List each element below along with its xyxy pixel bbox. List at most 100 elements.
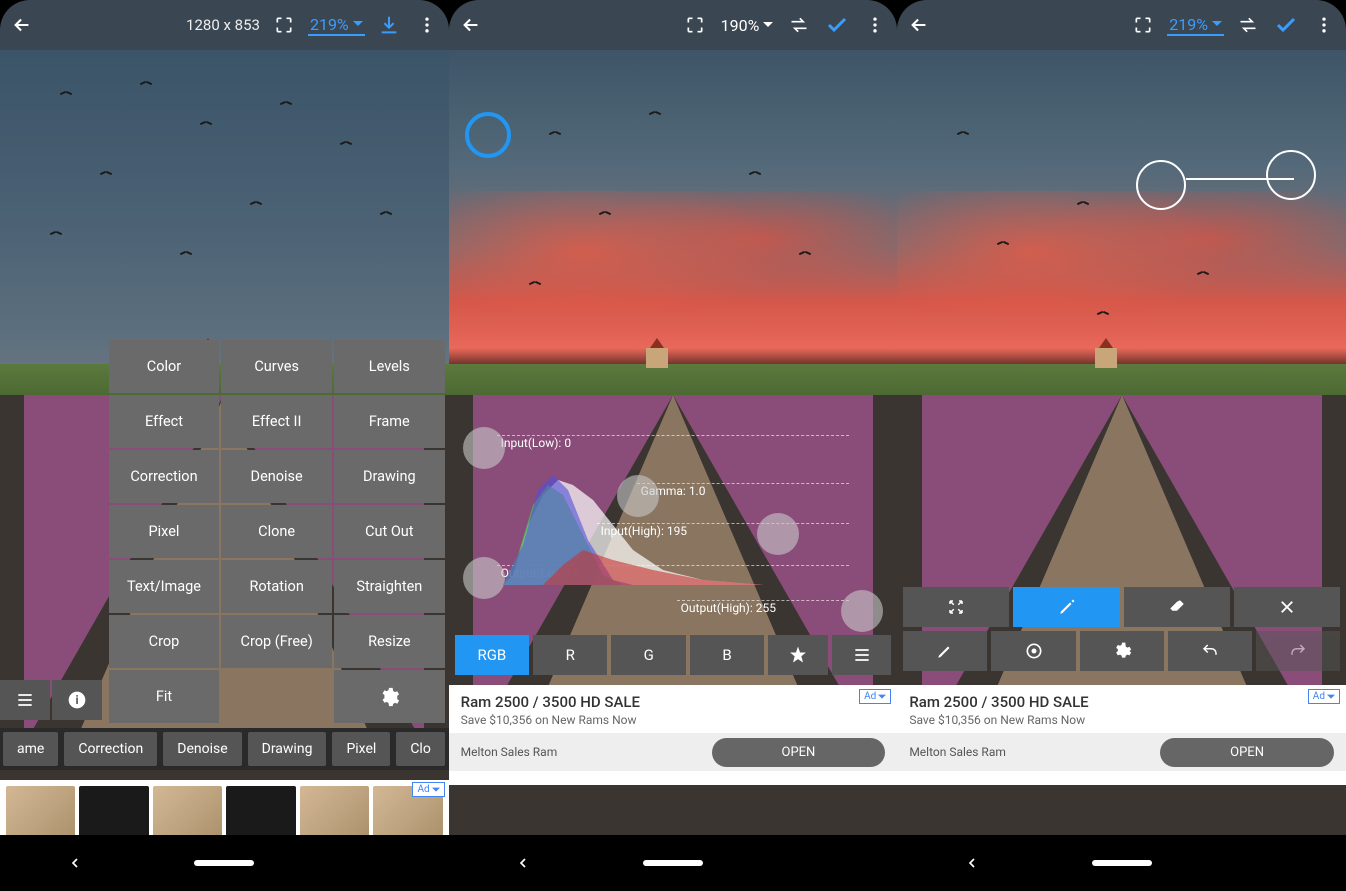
line-handle-start[interactable] [1136,160,1186,210]
editor-canvas[interactable]: Input(Low): 0 Gamma: 1.0 Input(High): 19… [449,50,898,835]
channel-r[interactable]: R [533,635,607,675]
menu-levels[interactable]: Levels [334,340,445,393]
pencil-icon[interactable] [1013,587,1119,627]
gear-icon[interactable] [1080,631,1164,671]
nav-home-icon[interactable] [1082,860,1162,866]
menu-icon[interactable] [832,635,892,675]
menu-pixel[interactable]: Pixel [109,505,220,558]
back-icon[interactable] [8,11,36,39]
eraser-icon[interactable] [1124,587,1230,627]
more-icon[interactable] [861,11,889,39]
menu-color[interactable]: Color [109,340,220,393]
menu-cropfree[interactable]: Crop (Free) [221,615,332,668]
zoom-value: 219% [1169,15,1208,34]
input-low-handle[interactable] [463,427,505,469]
tab-drawing[interactable]: Drawing [248,732,327,766]
menu-curves[interactable]: Curves [221,340,332,393]
tab-clo[interactable]: Clo [396,732,445,766]
menu-drawing[interactable]: Drawing [334,450,445,503]
download-icon[interactable] [375,11,403,39]
tab-denoise[interactable]: Denoise [163,732,241,766]
side-icons: i [0,680,102,720]
tab-correction[interactable]: Correction [64,732,157,766]
expand-icon[interactable] [903,587,1009,627]
topbar: 190% [449,0,898,50]
undo-icon[interactable] [1168,631,1252,671]
menu-clone[interactable]: Clone [221,505,332,558]
input-high-handle[interactable] [757,513,799,555]
menu-cutout[interactable]: Cut Out [334,505,445,558]
zoom-dropdown[interactable]: 190% [719,16,776,35]
more-icon[interactable] [413,11,441,39]
fullscreen-icon[interactable] [681,11,709,39]
menu-correction[interactable]: Correction [109,450,220,503]
ad-thumbnails[interactable]: Ad [0,780,449,835]
back-icon[interactable] [905,11,933,39]
nav-back-icon[interactable] [932,855,1012,871]
channel-rgb[interactable]: RGB [455,635,529,675]
tools-menu-grid: Color Curves Levels Effect Effect II Fra… [109,340,445,723]
selector-circle-icon[interactable] [465,112,511,158]
ad-open-button[interactable]: OPEN [712,738,886,767]
phone-screen-3: 219% [897,0,1346,891]
levels-histogram: Input(Low): 0 Gamma: 1.0 Input(High): 19… [457,435,890,615]
ad-brand: Melton Sales Ram [461,745,558,759]
android-navbar [449,843,898,883]
more-icon[interactable] [1310,11,1338,39]
editor-canvas[interactable]: Color Curves Levels Effect Effect II Fra… [0,50,449,835]
topbar: 219% [897,0,1346,50]
menu-textimage[interactable]: Text/Image [109,560,220,613]
brush-icon[interactable] [903,631,987,671]
output-low-handle[interactable] [463,557,505,599]
back-icon[interactable] [457,11,485,39]
channel-b[interactable]: B [690,635,764,675]
nav-home-icon[interactable] [184,860,264,866]
nav-home-icon[interactable] [633,860,713,866]
ad-badge: Ad [859,689,891,704]
zoom-dropdown[interactable]: 219% [1167,15,1224,36]
menu-fit[interactable]: Fit [109,670,220,723]
svg-text:i: i [75,693,78,707]
apply-icon[interactable] [1272,11,1300,39]
favorite-icon[interactable] [768,635,828,675]
menu-effect[interactable]: Effect [109,395,220,448]
hamburger-icon[interactable] [0,680,50,720]
menu-settings-icon[interactable] [334,670,445,723]
ad-banner[interactable]: Ad Ram 2500 / 3500 HD SALE Save $10,356 … [449,685,898,785]
menu-effect2[interactable]: Effect II [221,395,332,448]
fullscreen-icon[interactable] [1129,11,1157,39]
compare-icon[interactable] [785,11,813,39]
tab-pixel[interactable]: Pixel [332,732,390,766]
output-high-handle[interactable] [841,590,883,632]
menu-crop[interactable]: Crop [109,615,220,668]
fullscreen-icon[interactable] [270,11,298,39]
nav-back-icon[interactable] [35,855,115,871]
drawn-line-overlay[interactable] [1136,150,1316,210]
input-low-label: Input(Low): 0 [497,435,850,450]
target-icon[interactable] [991,631,1075,671]
menu-straighten[interactable]: Straighten [334,560,445,613]
zoom-dropdown[interactable]: 219% [308,15,365,36]
channel-g[interactable]: G [611,635,685,675]
compare-icon[interactable] [1234,11,1262,39]
close-icon[interactable] [1234,587,1340,627]
menu-resize[interactable]: Resize [334,615,445,668]
phone-screen-2: 190% Input(Low): 0 Gamma: 1.0 Input(High… [449,0,898,891]
ad-subtitle: Save $10,356 on New Rams Now [449,713,898,733]
ad-brand: Melton Sales Ram [909,745,1006,759]
info-icon[interactable]: i [52,680,102,720]
menu-denoise[interactable]: Denoise [221,450,332,503]
tab-ame[interactable]: ame [3,732,58,766]
nav-back-icon[interactable] [483,855,563,871]
ad-title: Ram 2500 / 3500 HD SALE [897,685,1346,713]
ad-open-button[interactable]: OPEN [1160,738,1334,767]
menu-rotation[interactable]: Rotation [221,560,332,613]
menu-frame[interactable]: Frame [334,395,445,448]
redo-icon[interactable] [1256,631,1340,671]
line-handle-end[interactable] [1266,150,1316,200]
ad-title: Ram 2500 / 3500 HD SALE [449,685,898,713]
ad-banner[interactable]: Ad Ram 2500 / 3500 HD SALE Save $10,356 … [897,685,1346,785]
editor-canvas[interactable]: Ad Ram 2500 / 3500 HD SALE Save $10,356 … [897,50,1346,835]
apply-icon[interactable] [823,11,851,39]
ad-badge: Ad [1308,689,1340,704]
